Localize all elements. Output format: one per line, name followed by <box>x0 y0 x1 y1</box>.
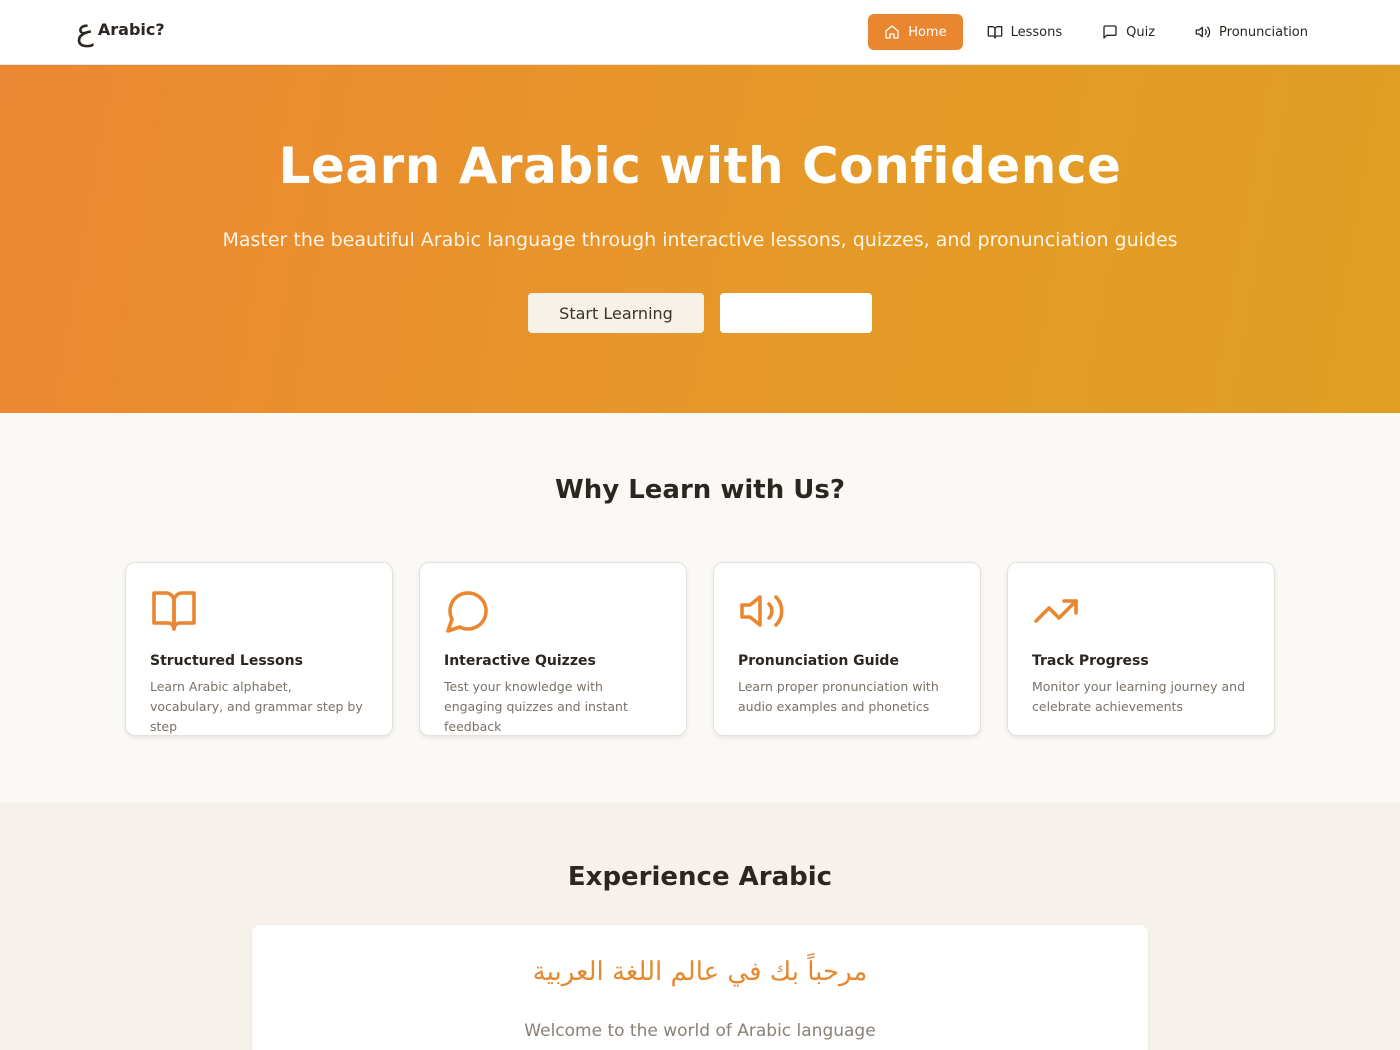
top-navbar: ع Arabic? Home Lessons Quiz Pronunciatio… <box>0 0 1400 65</box>
brand-logo[interactable]: ع Arabic? <box>76 14 165 46</box>
feature-cards: Structured Lessons Learn Arabic alphabet… <box>125 562 1275 736</box>
feature-card-progress[interactable]: Track Progress Monitor your learning jou… <box>1007 562 1275 736</box>
speaker-icon <box>1195 26 1211 38</box>
experience-title: Experience Arabic <box>567 862 833 892</box>
hero-buttons: Start Learning <box>0 293 1400 333</box>
nav-item-label: Lessons <box>1010 24 1063 40</box>
feature-card-lessons[interactable]: Structured Lessons Learn Arabic alphabet… <box>125 562 393 736</box>
hero-title: Learn Arabic with Confidence <box>278 137 1122 195</box>
nav-menu: Home Lessons Quiz Pronunciation <box>860 14 1324 50</box>
phrase-translation: Welcome to the world of Arabic language <box>524 1021 876 1041</box>
feature-card-pronunciation[interactable]: Pronunciation Guide Learn proper pronunc… <box>713 562 981 736</box>
start-learning-button[interactable]: Start Learning <box>528 293 704 333</box>
feature-card-title: Pronunciation Guide <box>738 653 899 669</box>
feature-card-description: Monitor your learning journey and celebr… <box>1032 679 1246 714</box>
chat-bubble-icon <box>446 591 488 633</box>
book-open-icon <box>152 591 196 631</box>
nav-item-pronunciation[interactable]: Pronunciation <box>1179 14 1324 50</box>
feature-card-title: Track Progress <box>1032 653 1149 669</box>
trending-up-icon <box>1034 599 1078 623</box>
feature-card-description: Learn proper pronunciation with audio ex… <box>738 679 939 714</box>
brand-glyph: ع <box>76 13 94 48</box>
message-icon <box>1103 25 1117 39</box>
brand-name: Arabic? <box>97 20 165 39</box>
nav-item-label: Home <box>908 24 947 40</box>
experience-card: مرحباً بك في عالم اللغة العربية Welcome … <box>252 925 1148 1050</box>
secondary-hero-button[interactable] <box>720 293 872 333</box>
hero-subtitle: Master the beautiful Arabic language thr… <box>222 229 1178 251</box>
feature-card-title: Structured Lessons <box>150 653 303 669</box>
hero-section: Learn Arabic with Confidence Master the … <box>0 65 1400 413</box>
experience-section: Experience Arabic مرحباً بك في عالم اللغ… <box>0 802 1400 1050</box>
nav-item-label: Quiz <box>1126 24 1156 40</box>
home-icon <box>885 25 899 39</box>
features-title: Why Learn with Us? <box>555 475 845 505</box>
nav-item-quiz[interactable]: Quiz <box>1086 14 1171 50</box>
feature-card-quizzes[interactable]: Interactive Quizzes Test your knowledge … <box>419 562 687 736</box>
feature-card-title: Interactive Quizzes <box>444 653 596 669</box>
nav-item-label: Pronunciation <box>1219 24 1308 40</box>
feature-card-description: Learn Arabic alphabet, vocabulary, and g… <box>150 679 363 734</box>
book-icon <box>987 26 1002 39</box>
nav-item-lessons[interactable]: Lessons <box>971 14 1079 50</box>
volume-icon <box>740 595 784 627</box>
feature-card-description: Test your knowledge with engaging quizze… <box>444 679 628 734</box>
features-section: Why Learn with Us? Structured Lessons Le… <box>0 413 1400 802</box>
nav-item-home[interactable]: Home <box>868 14 963 50</box>
arabic-phrase: مرحباً بك في عالم اللغة العربية <box>532 957 868 987</box>
